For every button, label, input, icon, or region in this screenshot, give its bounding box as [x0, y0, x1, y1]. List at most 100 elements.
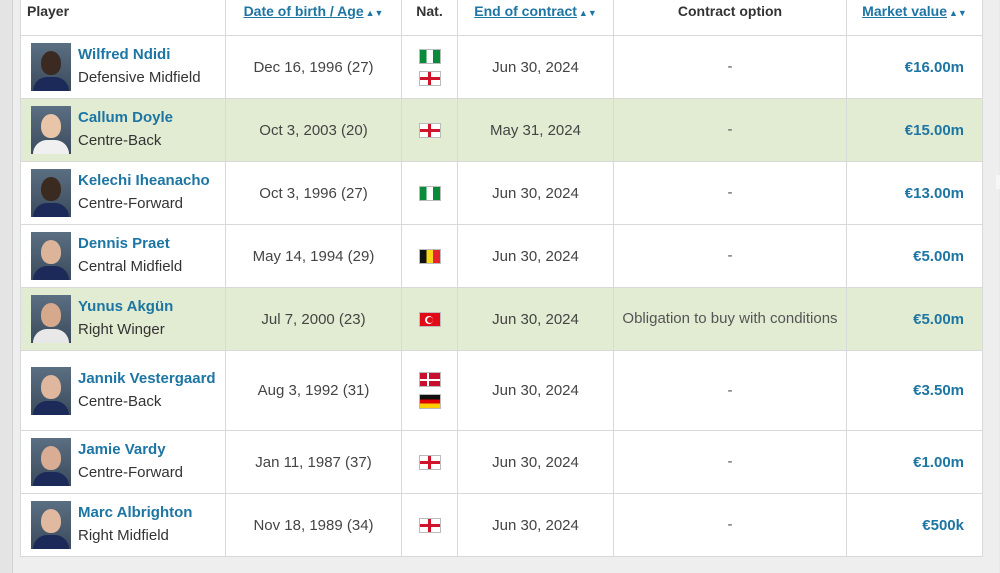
face-shape	[41, 303, 61, 327]
player-name-link[interactable]: Callum Doyle	[78, 107, 173, 128]
face-shape	[41, 240, 61, 264]
nationality-cell	[401, 493, 458, 557]
table-row: Kelechi Iheanacho Centre-Forward Oct 3, …	[20, 161, 983, 225]
player-photo[interactable]	[31, 43, 71, 91]
left-strip	[0, 0, 12, 573]
table-row: Marc Albrighton Right Midfield Nov 18, 1…	[20, 493, 983, 557]
player-cell: Jannik Vestergaard Centre-Back	[20, 350, 226, 431]
player-cell: Yunus Akgün Right Winger	[20, 287, 226, 351]
germany-flag	[418, 394, 441, 409]
player-name-link[interactable]: Dennis Praet	[78, 233, 182, 254]
player-position: Central Midfield	[78, 258, 183, 275]
contract-option-cell: -	[613, 493, 847, 557]
player-photo[interactable]	[31, 366, 71, 415]
dob-age-cell: May 14, 1994 (29)	[225, 224, 402, 288]
shirt-shape	[33, 266, 69, 280]
nationality-cell	[401, 161, 458, 225]
player-position: Centre-Back	[78, 132, 162, 149]
player-photo[interactable]	[31, 106, 71, 154]
sort-arrows-icon: ▲▼	[949, 8, 967, 18]
player-cell: Dennis Praet Central Midfield	[20, 224, 226, 288]
shirt-shape	[33, 140, 69, 154]
market-value-link[interactable]: €500k	[922, 517, 964, 534]
header-contract-option: Contract option	[613, 0, 847, 36]
dob-age-cell: Oct 3, 2003 (20)	[225, 98, 402, 162]
contract-option-cell: -	[613, 161, 847, 225]
shirt-shape	[33, 535, 69, 549]
dob-age-cell: Aug 3, 1992 (31)	[225, 350, 402, 431]
player-cell: Marc Albrighton Right Midfield	[20, 493, 226, 557]
end-contract-cell: Jun 30, 2024	[457, 350, 614, 431]
contract-option-cell: Obligation to buy with conditions	[613, 287, 847, 351]
header-market-value[interactable]: Market value ▲▼	[846, 0, 983, 36]
nationality-cell	[401, 430, 458, 494]
dob-age-cell: Dec 16, 1996 (27)	[225, 35, 402, 99]
shirt-shape	[33, 329, 69, 343]
player-name-link[interactable]: Marc Albrighton	[78, 502, 192, 523]
end-contract-cell: Jun 30, 2024	[457, 430, 614, 494]
player-name-link[interactable]: Yunus Akgün	[78, 296, 173, 317]
player-position: Right Winger	[78, 321, 165, 338]
player-name-link[interactable]: Kelechi Iheanacho	[78, 170, 210, 191]
sort-contract-link[interactable]: End of contract	[474, 3, 577, 19]
header-player: Player	[20, 0, 226, 36]
contract-option-cell: -	[613, 98, 847, 162]
england-flag	[418, 454, 441, 470]
table-row: Jannik Vestergaard Centre-Back Aug 3, 19…	[20, 350, 983, 431]
market-value-cell: €1.00m	[846, 430, 983, 494]
player-position: Defensive Midfield	[78, 69, 201, 86]
player-name-link[interactable]: Wilfred Ndidi	[78, 44, 201, 65]
scroll-marker	[996, 175, 1000, 189]
contract-option-cell: -	[613, 35, 847, 99]
table-row: Wilfred Ndidi Defensive Midfield Dec 16,…	[20, 35, 983, 99]
end-contract-cell: Jun 30, 2024	[457, 493, 614, 557]
player-name-link[interactable]: Jamie Vardy	[78, 439, 183, 460]
face-shape	[41, 177, 61, 201]
table-row: Dennis Praet Central Midfield May 14, 19…	[20, 224, 983, 288]
nationality-cell	[401, 224, 458, 288]
player-photo[interactable]	[31, 501, 71, 549]
market-value-link[interactable]: €15.00m	[905, 122, 964, 139]
market-value-link[interactable]: €1.00m	[913, 454, 964, 471]
table-row: Jamie Vardy Centre-Forward Jan 11, 1987 …	[20, 430, 983, 494]
england-flag	[418, 517, 441, 533]
nigeria-flag	[418, 48, 441, 64]
face-shape	[41, 374, 61, 399]
header-dob-age[interactable]: Date of birth / Age ▲▼	[225, 0, 402, 36]
player-photo[interactable]	[31, 232, 71, 280]
face-shape	[41, 446, 61, 470]
contract-option-cell: -	[613, 224, 847, 288]
market-value-cell: €16.00m	[846, 35, 983, 99]
face-shape	[41, 51, 61, 75]
nationality-cell	[401, 98, 458, 162]
sort-value-link[interactable]: Market value	[862, 3, 947, 19]
nationality-cell	[401, 35, 458, 99]
dob-age-cell: Nov 18, 1989 (34)	[225, 493, 402, 557]
end-contract-cell: Jun 30, 2024	[457, 224, 614, 288]
market-value-link[interactable]: €16.00m	[905, 59, 964, 76]
sort-arrows-icon: ▲▼	[365, 8, 384, 18]
player-photo[interactable]	[31, 438, 71, 486]
shirt-shape	[33, 472, 69, 486]
market-value-link[interactable]: €3.50m	[913, 382, 964, 399]
dob-age-cell: Jan 11, 1987 (37)	[225, 430, 402, 494]
player-name-link[interactable]: Jannik Vestergaard	[78, 368, 216, 389]
market-value-cell: €5.00m	[846, 287, 983, 351]
shirt-shape	[33, 400, 69, 415]
player-photo[interactable]	[31, 295, 71, 343]
market-value-link[interactable]: €5.00m	[913, 311, 964, 328]
turkey-flag	[418, 311, 441, 327]
market-value-link[interactable]: €13.00m	[905, 185, 964, 202]
nationality-cell	[401, 287, 458, 351]
players-table: Player Date of birth / Age ▲▼ Nat. End of…	[20, 0, 983, 557]
england-flag	[418, 122, 441, 138]
end-contract-cell: Jun 30, 2024	[457, 161, 614, 225]
sort-dob-link[interactable]: Date of birth / Age	[244, 3, 364, 19]
market-value-link[interactable]: €5.00m	[913, 248, 964, 265]
player-photo[interactable]	[31, 169, 71, 217]
belgium-flag	[418, 248, 441, 264]
player-cell: Callum Doyle Centre-Back	[20, 98, 226, 162]
market-value-cell: €13.00m	[846, 161, 983, 225]
contract-option-cell: -	[613, 350, 847, 431]
header-end-contract[interactable]: End of contract ▲▼	[457, 0, 614, 36]
